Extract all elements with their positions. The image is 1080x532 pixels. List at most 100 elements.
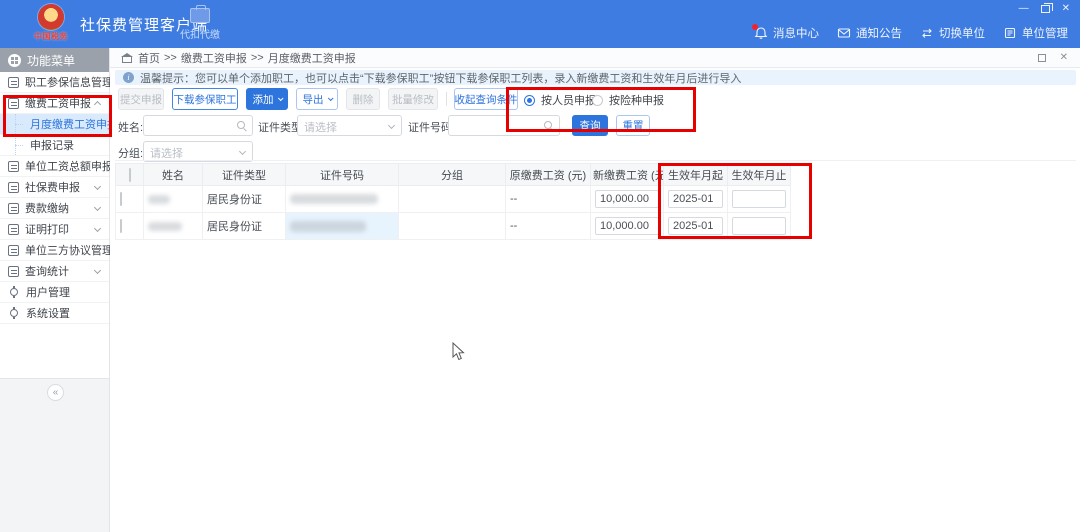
minimize-button[interactable]: —: [1019, 4, 1029, 14]
col-group: 分组: [399, 164, 506, 186]
briefcase-icon: [190, 8, 210, 23]
nav-daikou-daijiao[interactable]: 代扣代缴: [178, 8, 222, 41]
sidebar-item-certificate-print[interactable]: 证明打印: [0, 219, 109, 240]
table-row: 居民身份证 --: [116, 186, 791, 213]
sidebar-item-monthly-salary-declare[interactable]: 月度缴费工资申报: [0, 114, 109, 135]
section-divider: [115, 160, 1076, 161]
new-salary-input[interactable]: [595, 217, 659, 235]
redacted-name: [148, 222, 182, 231]
radio-by-person[interactable]: 按人员申报: [524, 92, 596, 108]
delete-button[interactable]: 删除: [346, 88, 380, 110]
breadcrumb: 首页 >> 缴费工资申报 >> 月度缴费工资申报 ✕: [110, 48, 1080, 68]
download-insured-button[interactable]: 下载参保职工: [172, 88, 238, 110]
sidebar-item-social-insurance-declare[interactable]: 社保费申报: [0, 177, 109, 198]
restore-button[interactable]: [1041, 5, 1050, 13]
sidebar-item-employee-info[interactable]: 职工参保信息管理: [0, 72, 109, 93]
sidebar-item-salary-declare[interactable]: 缴费工资申报: [0, 93, 109, 114]
window-controls: — ✕: [1019, 3, 1070, 15]
breadcrumb-level1[interactable]: 缴费工资申报: [181, 50, 247, 66]
document-icon: [8, 77, 19, 88]
export-button[interactable]: 导出: [296, 88, 338, 110]
info-icon: i: [123, 72, 134, 83]
cert-type-select[interactable]: 请选择: [297, 115, 402, 136]
sidebar-item-system-settings[interactable]: 系统设置: [0, 303, 109, 324]
group-select[interactable]: 请选择: [143, 141, 253, 162]
col-effective-start: 生效年月起: [664, 164, 728, 186]
col-cert-type: 证件类型: [203, 164, 286, 186]
effective-start-input[interactable]: [668, 190, 723, 208]
batch-edit-button[interactable]: 批量修改: [388, 88, 438, 110]
switch-unit-button[interactable]: 切换单位: [920, 25, 985, 41]
redacted-cert-no: [290, 194, 378, 204]
col-old-salary: 原缴费工资 (元): [506, 164, 591, 186]
search-icon: [237, 121, 247, 131]
add-button[interactable]: 添加: [246, 88, 288, 110]
logo-text: 中国税务: [30, 31, 72, 42]
new-salary-input[interactable]: [595, 190, 659, 208]
effective-start-input[interactable]: [668, 217, 723, 235]
cert-no-input[interactable]: [448, 115, 560, 136]
notice-announcement-button[interactable]: 通知公告: [837, 25, 902, 41]
menu-icon: [8, 54, 21, 67]
sidebar-item-declare-records[interactable]: 申报记录: [0, 135, 109, 156]
document-icon: [8, 161, 19, 172]
toolbar-divider: [446, 92, 447, 106]
effective-end-input[interactable]: [732, 190, 786, 208]
col-new-salary: 新缴费工资 (元): [591, 164, 664, 186]
sidebar-item-query-statistics[interactable]: 查询统计: [0, 261, 109, 282]
chevron-down-icon: [277, 95, 283, 101]
sidebar-footer: «: [0, 378, 109, 532]
radio-by-insurance[interactable]: 按险种申报: [592, 92, 664, 108]
national-emblem-icon: [38, 4, 64, 30]
envelope-icon: [837, 26, 851, 40]
name-cell-redacted: [144, 186, 203, 213]
breadcrumb-home[interactable]: 首页: [138, 50, 160, 66]
chevron-down-icon: [327, 95, 333, 101]
home-icon: [122, 53, 132, 62]
nav-daikou-label: 代扣代缴: [178, 26, 222, 41]
topbar-actions: 消息中心 通知公告 切换单位 单位管理: [754, 25, 1068, 41]
org-icon: [1003, 26, 1017, 40]
breadcrumb-level2: 月度缴费工资申报: [268, 50, 356, 66]
sidebar: 功能菜单 职工参保信息管理 缴费工资申报 月度缴费工资申报 申报记录 单位工资总…: [0, 48, 110, 532]
select-all-checkbox[interactable]: [129, 168, 131, 182]
group-label: 分组:: [118, 145, 143, 161]
col-cert-no: 证件号码: [286, 164, 399, 186]
row-checkbox[interactable]: [120, 219, 122, 233]
sidebar-item-user-management[interactable]: 用户管理: [0, 282, 109, 303]
name-input[interactable]: [143, 115, 253, 136]
salary-table: 姓名 证件类型 证件号码 分组 原缴费工资 (元) 新缴费工资 (元) 生效年月…: [115, 163, 791, 240]
reset-button[interactable]: 重置: [616, 115, 650, 136]
select-all-header: [116, 164, 144, 186]
chevron-down-icon: [94, 267, 101, 274]
sidebar-item-tripartite-agreement[interactable]: 单位三方协议管理: [0, 240, 109, 261]
name-label: 姓名:: [118, 119, 143, 135]
tab-close-icon[interactable]: ✕: [1060, 52, 1068, 63]
chevron-down-icon: [94, 225, 101, 232]
submit-declare-button[interactable]: 提交申报: [118, 88, 164, 110]
close-button[interactable]: ✕: [1062, 4, 1070, 14]
chevron-down-icon: [94, 204, 101, 211]
radio-selected-icon: [524, 95, 535, 106]
edit-icon: [8, 98, 19, 109]
sidebar-item-fee-payment[interactable]: 费款缴纳: [0, 198, 109, 219]
tab-maximize-icon[interactable]: [1038, 54, 1046, 62]
notice-bar: i 温馨提示：您可以单个添加职工，也可以点击“下载参保职工”按钮下载参保职工列表…: [115, 70, 1076, 85]
app-logo: 中国税务: [30, 4, 72, 42]
tab-controls: ✕: [1038, 52, 1068, 63]
message-center-button[interactable]: 消息中心: [754, 25, 819, 41]
redacted-name: [148, 195, 170, 204]
sidebar-header: 功能菜单: [0, 48, 109, 72]
sidebar-collapse-button[interactable]: «: [47, 384, 64, 401]
chevron-up-icon: [94, 101, 101, 108]
effective-end-input[interactable]: [732, 217, 786, 235]
row-checkbox[interactable]: [120, 192, 122, 206]
query-button[interactable]: 查询: [572, 115, 608, 136]
document-icon: [8, 245, 19, 256]
sidebar-item-unit-total-salary[interactable]: 单位工资总额申报: [0, 156, 109, 177]
bell-icon: [754, 26, 768, 40]
collapse-query-button[interactable]: 收起查询条件: [454, 88, 518, 110]
table-row: 居民身份证 --: [116, 213, 791, 240]
gear-icon: [8, 307, 20, 319]
unit-management-button[interactable]: 单位管理: [1003, 25, 1068, 41]
